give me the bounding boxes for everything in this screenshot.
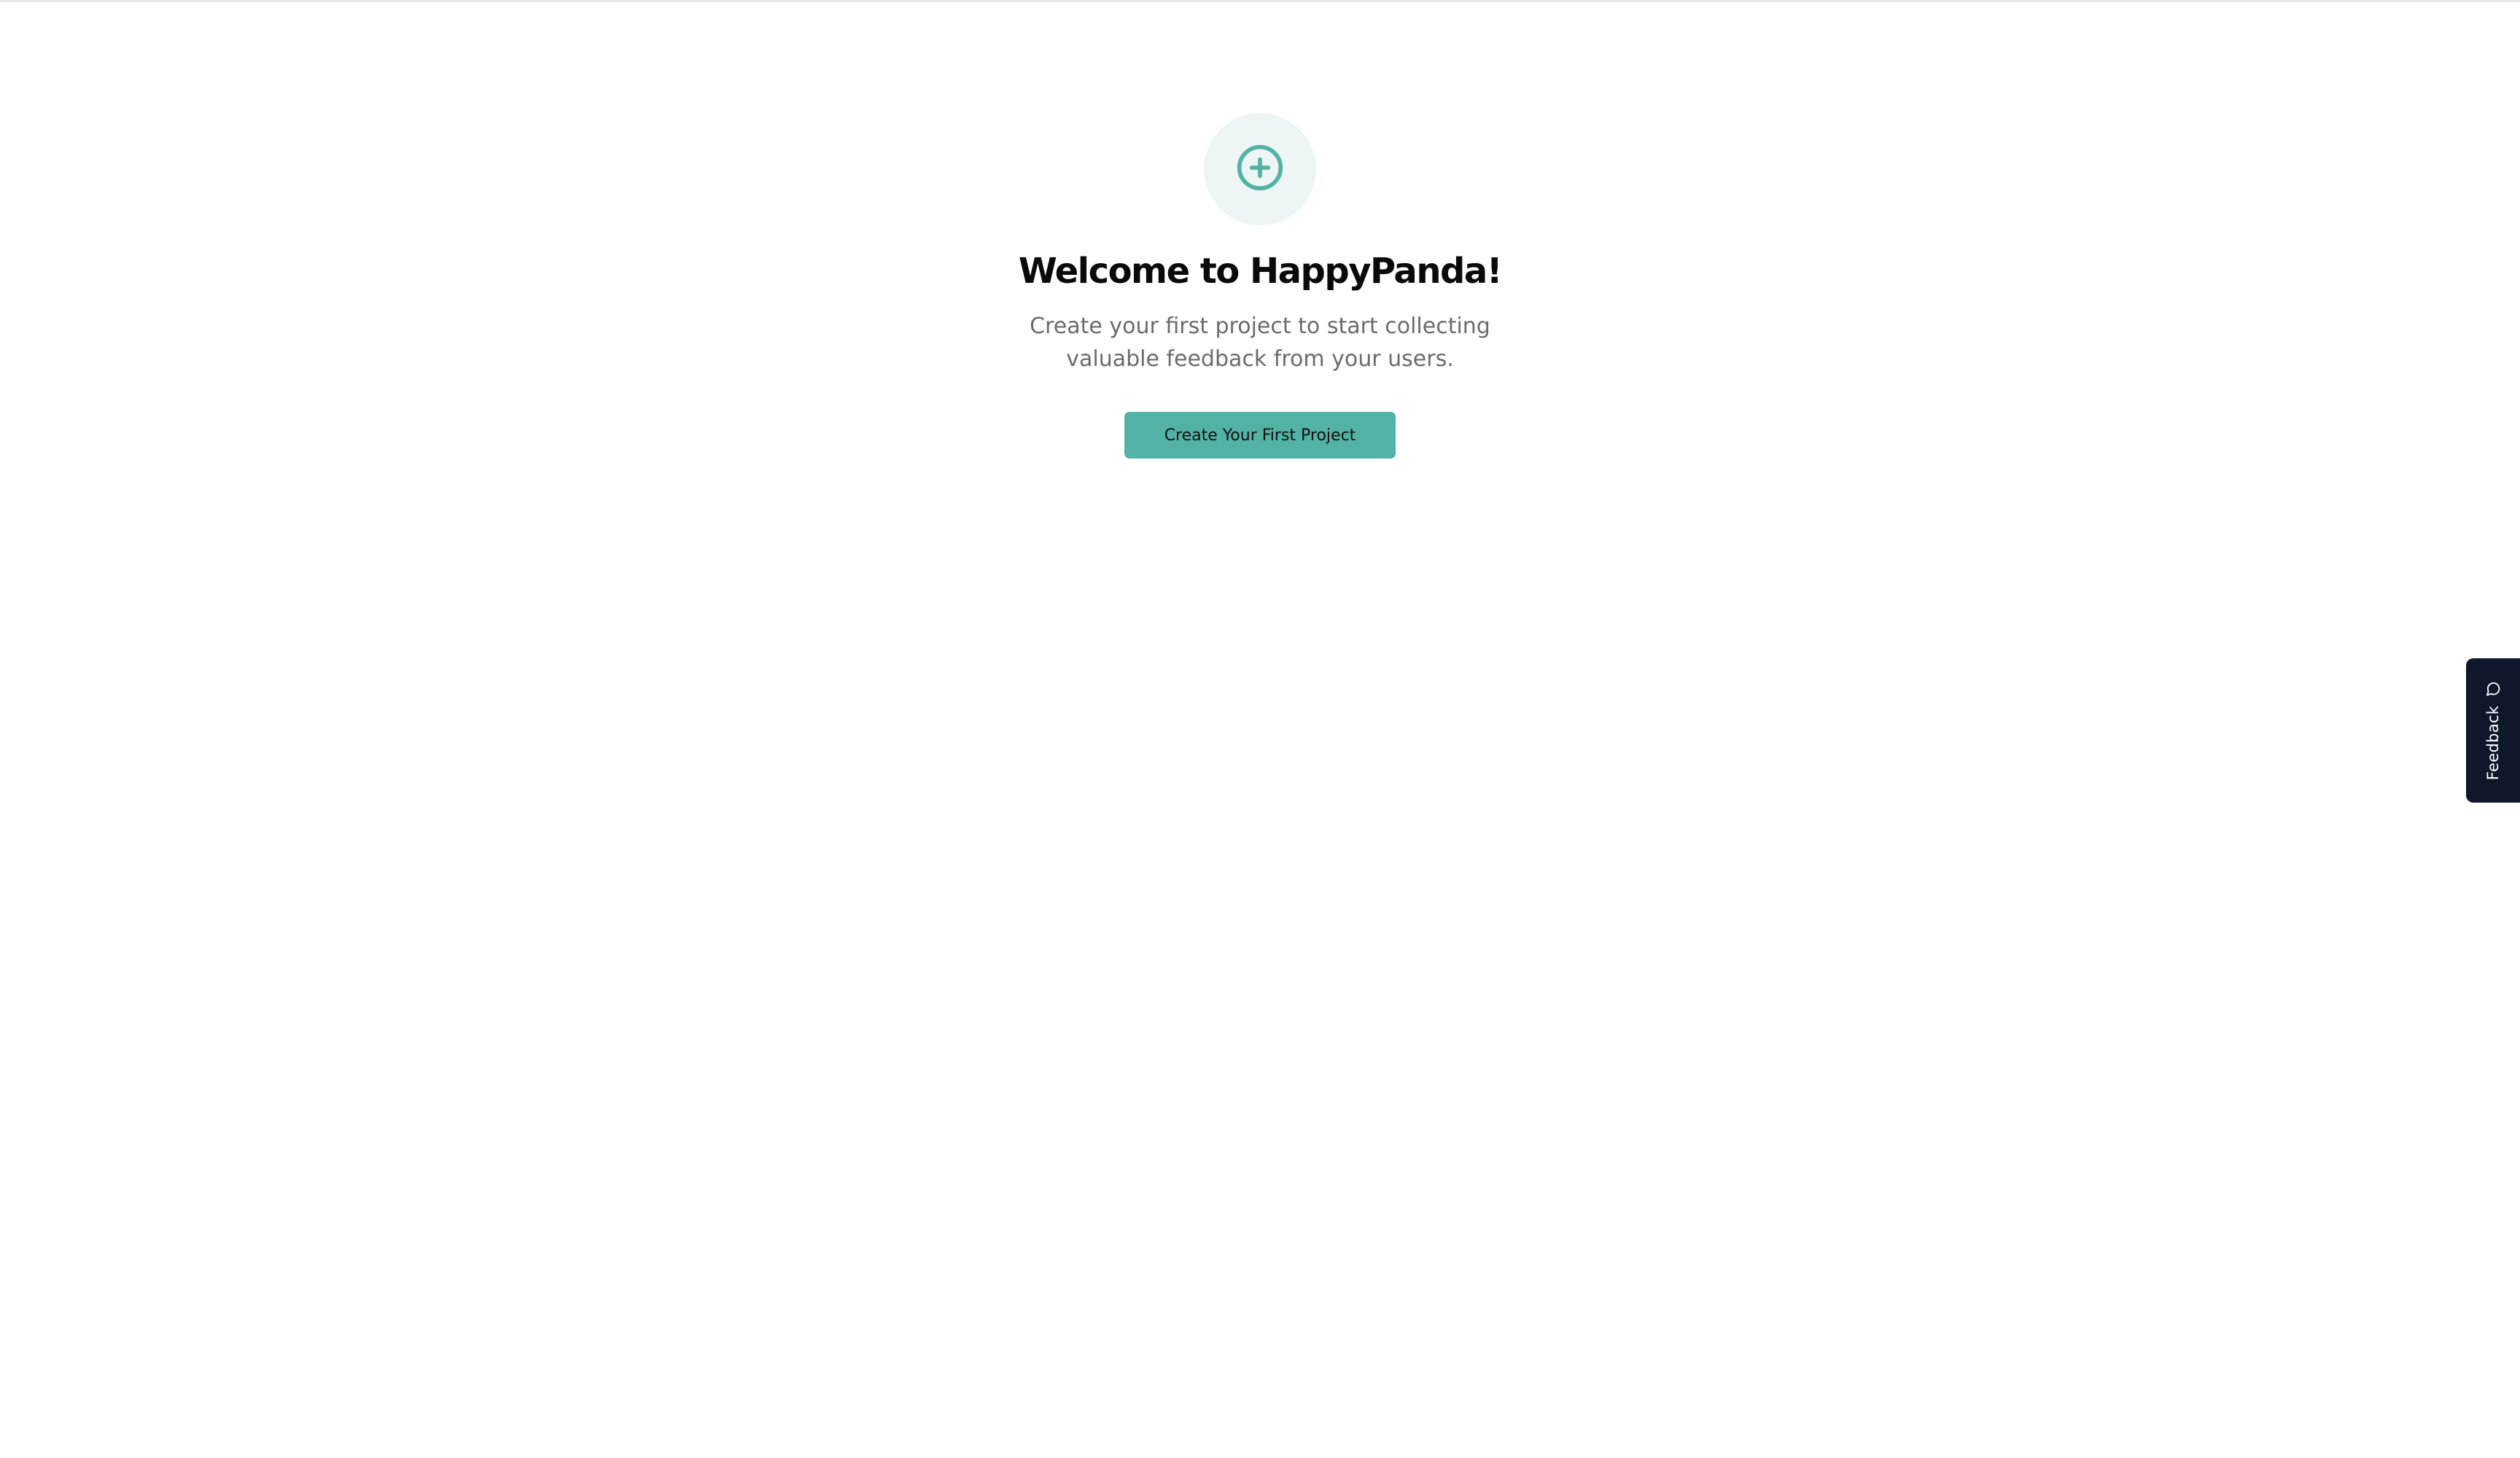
create-first-project-button[interactable]: Create Your First Project [1124,412,1396,459]
feedback-tab-content: Feedback [2484,681,2502,780]
plus-circle-icon [1235,143,1285,196]
icon-circle [1204,113,1316,225]
message-circle-icon [2485,681,2501,697]
page-subtitle: Create your first project to start colle… [1030,313,1490,373]
page-title: Welcome to HappyPanda! [1018,251,1503,292]
feedback-tab[interactable]: Feedback [2466,658,2520,803]
feedback-label: Feedback [2484,705,2502,781]
page: Welcome to HappyPanda! Create your first… [0,0,2520,1458]
empty-state: Welcome to HappyPanda! Create your first… [0,113,2520,459]
